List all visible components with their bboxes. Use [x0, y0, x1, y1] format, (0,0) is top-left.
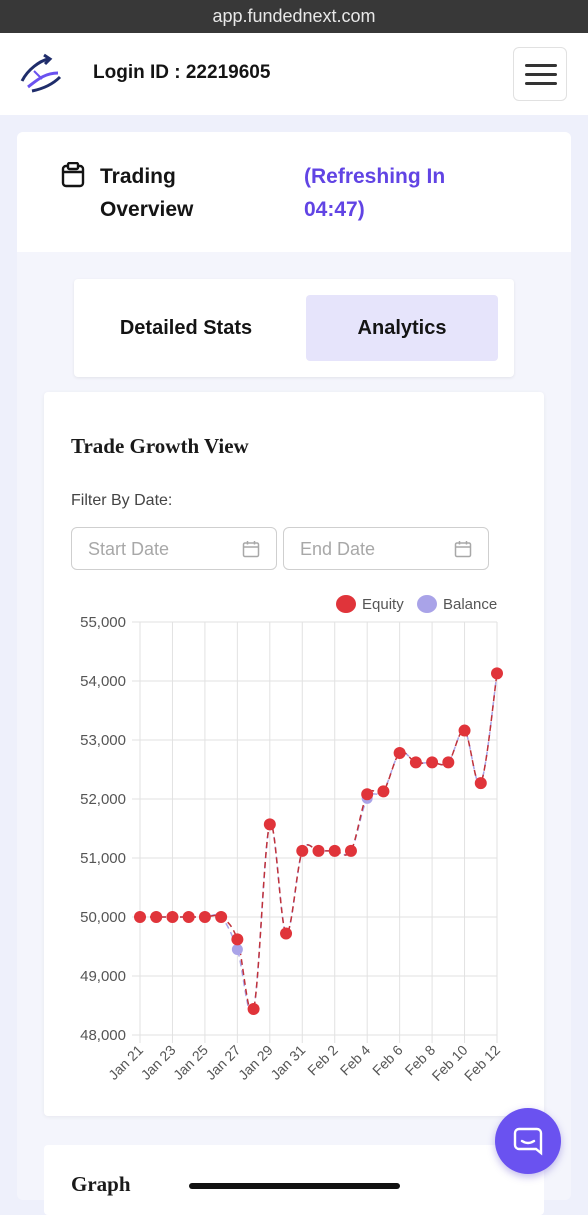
equity-point [361, 788, 374, 801]
equity-point [231, 933, 244, 946]
equity-point [377, 785, 390, 798]
browser-url-bar[interactable]: app.fundednext.com [0, 0, 588, 33]
equity-point [247, 1003, 260, 1016]
equity-point [491, 667, 503, 680]
x-tick-label: Jan 25 [170, 1042, 211, 1083]
graph-title: Graph [71, 1172, 131, 1196]
y-tick-label: 49,000 [80, 968, 126, 985]
equity-point [312, 844, 325, 857]
x-tick-label: Jan 31 [267, 1042, 308, 1083]
y-tick-label: 55,000 [80, 614, 126, 631]
trade-growth-chart: 48,000 49,000 50,000 51,000 52,000 53,000 54,0… [80, 614, 503, 1084]
equity-point [474, 777, 487, 790]
x-tick-label: Feb 4 [337, 1042, 374, 1079]
url-text: app.fundednext.com [212, 6, 376, 26]
y-tick-label: 54,000 [80, 673, 126, 690]
trade-growth-card: Trade Growth View Filter By Date: Start … [44, 392, 544, 1116]
balance-series-line [140, 673, 498, 1014]
equity-point [198, 911, 211, 923]
equity-point [296, 844, 309, 857]
clipboard-icon [61, 161, 85, 188]
y-tick-label: 48,000 [80, 1027, 126, 1044]
equity-point [442, 756, 455, 769]
trading-overview-header: Trading Overview (Refreshing In 04:47) [17, 132, 571, 252]
x-tick-label: Feb 6 [369, 1042, 406, 1079]
equity-point [458, 724, 471, 737]
equity-point [134, 911, 146, 923]
hamburger-menu-button[interactable] [513, 47, 567, 101]
fundednext-logo[interactable] [18, 51, 64, 95]
graph-card: Graph [44, 1145, 544, 1215]
equity-point [328, 844, 341, 857]
chat-support-button[interactable] [495, 1108, 561, 1174]
x-tick-label: Jan 21 [105, 1042, 146, 1083]
equity-point [215, 911, 228, 923]
equity-point [426, 756, 439, 769]
equity-point [393, 746, 406, 759]
x-tick-label: Feb 2 [304, 1042, 341, 1079]
hamburger-icon [525, 82, 557, 85]
x-tick-label: Jan 29 [235, 1042, 276, 1083]
trading-overview-title: Trading Overview [100, 165, 194, 221]
refresh-countdown: (Refreshing In 04:47) [304, 165, 446, 221]
hamburger-icon [525, 73, 557, 76]
x-tick-label: Feb 12 [461, 1042, 503, 1084]
balance-point [231, 943, 243, 955]
y-tick-label: 53,000 [80, 732, 126, 749]
x-tick-label: Jan 27 [202, 1042, 243, 1083]
chat-bubble-icon [513, 1127, 543, 1156]
tab-analytics[interactable]: Analytics [306, 295, 498, 361]
equity-point [150, 911, 163, 923]
equity-point [182, 911, 195, 923]
equity-point [263, 818, 276, 831]
equity-point [344, 844, 357, 857]
stats-tab-bar: Detailed Stats Analytics [74, 279, 514, 377]
equity-point [166, 911, 179, 923]
y-tick-label: 51,000 [80, 850, 126, 867]
home-indicator [189, 1183, 400, 1189]
x-tick-label: Feb 10 [429, 1042, 471, 1084]
equity-series-line [140, 673, 498, 1013]
top-navbar: Login ID : 22219605 [0, 33, 588, 115]
y-tick-label: 50,000 [80, 909, 126, 926]
tab-detailed-stats[interactable]: Detailed Stats [90, 295, 282, 361]
hamburger-icon [525, 64, 557, 67]
equity-point [280, 927, 293, 940]
x-tick-label: Jan 23 [138, 1042, 179, 1083]
equity-point [409, 756, 422, 769]
login-id-label: Login ID : 22219605 [93, 62, 271, 83]
y-tick-label: 52,000 [80, 791, 126, 808]
